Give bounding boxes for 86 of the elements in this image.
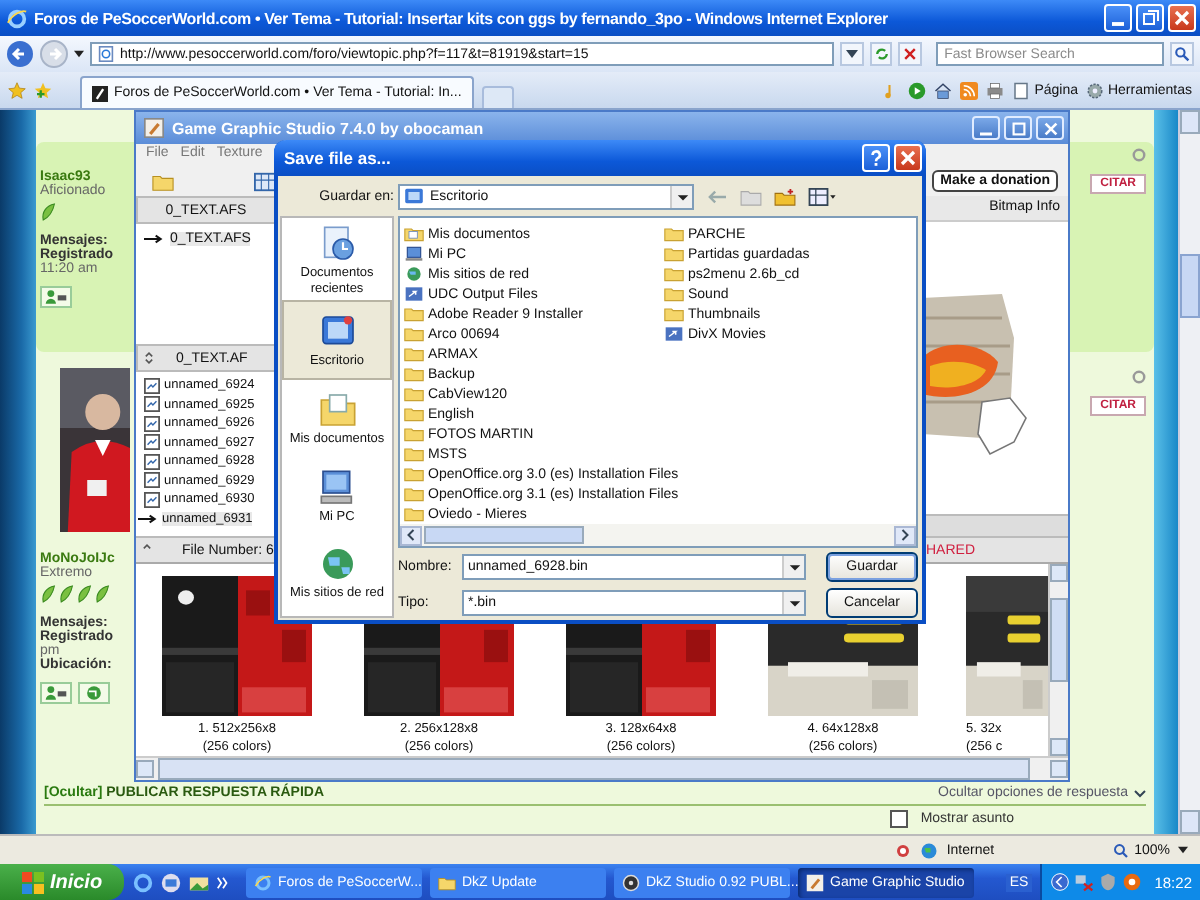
pencil-icon	[144, 118, 164, 138]
tray-app-icon[interactable]	[1122, 872, 1143, 892]
folder-icon	[438, 873, 456, 891]
website-button[interactable]	[78, 681, 110, 704]
globe-icon	[317, 544, 357, 585]
home-icon[interactable]	[934, 81, 953, 99]
checkbox[interactable]	[890, 810, 909, 828]
scrollbar[interactable]	[136, 756, 1068, 780]
network-icon[interactable]	[1074, 872, 1095, 892]
back-button[interactable]	[6, 40, 34, 68]
globe-icon	[920, 841, 939, 859]
minimize-icon	[980, 131, 992, 135]
forward-icon	[40, 40, 68, 68]
close-icon	[1172, 8, 1192, 28]
window-title: Game Graphic Studio 7.4.0 by obocaman	[172, 119, 484, 137]
close-button[interactable]	[1036, 116, 1064, 140]
profile-button[interactable]	[40, 286, 72, 308]
rss-icon[interactable]	[960, 81, 979, 99]
gear-icon	[1085, 81, 1104, 99]
windows-flag-icon	[21, 871, 44, 893]
play-icon[interactable]	[908, 81, 927, 99]
refresh-icon	[873, 46, 890, 62]
globe-icon	[404, 266, 424, 282]
disc-icon	[622, 873, 640, 891]
open-folder-icon[interactable]	[152, 171, 174, 191]
dialog-title: Save file as...	[284, 148, 391, 168]
help-button[interactable]	[862, 144, 890, 172]
circle-icon[interactable]	[1132, 369, 1146, 384]
maximize-icon	[1009, 119, 1027, 137]
printer-icon[interactable]	[986, 81, 1005, 99]
caret-icon[interactable]	[1134, 789, 1146, 797]
restore-icon	[1140, 8, 1160, 28]
leaf-icon	[40, 202, 56, 222]
profile-button[interactable]	[40, 681, 72, 704]
shortcut-icon	[404, 286, 424, 302]
page-icon	[98, 46, 114, 62]
scrollbar[interactable]	[1178, 110, 1200, 834]
close-icon	[1041, 119, 1059, 137]
folder-icon	[317, 390, 357, 431]
window-title: Foros de PeSoccerWorld.com • Ver Tema - Tutorial: Insertar kits con ggs by fernando_3po - Windows Internet Explorer	[34, 9, 888, 27]
view-menu-icon[interactable]	[808, 187, 838, 205]
site-icon	[92, 85, 108, 101]
folder-icon	[404, 226, 424, 242]
desktop-icon	[404, 188, 424, 204]
caret-icon[interactable]	[1178, 846, 1188, 854]
user-icon	[44, 683, 68, 702]
arrow-icon	[138, 513, 158, 524]
user-icon	[44, 288, 68, 306]
arrow-icon	[144, 234, 164, 245]
close-icon	[898, 148, 918, 168]
stop-button[interactable]	[898, 42, 923, 66]
pencil-icon	[806, 873, 824, 891]
search-icon	[1174, 46, 1191, 62]
caret-icon	[843, 46, 860, 62]
privacy-icon	[894, 841, 913, 859]
minimize-icon	[1112, 21, 1124, 25]
search-button[interactable]	[1170, 42, 1194, 66]
page-icon	[1012, 81, 1031, 99]
computer-icon	[317, 467, 357, 508]
star-icon[interactable]	[8, 81, 26, 99]
email-icon[interactable]	[160, 871, 182, 893]
minimize-button[interactable]	[972, 116, 1000, 140]
circle-icon[interactable]	[1132, 148, 1146, 162]
add-favorite-icon[interactable]	[34, 81, 52, 99]
maximize-button[interactable]	[1004, 116, 1032, 140]
browser-icon	[254, 873, 272, 891]
browser-logo-icon	[6, 7, 28, 29]
dropdown-button[interactable]	[840, 42, 864, 66]
magnifier-icon	[1112, 841, 1131, 859]
globe-icon	[82, 683, 106, 702]
back-icon	[6, 40, 34, 68]
sort-icon[interactable]	[144, 350, 154, 366]
caret-icon	[675, 189, 689, 203]
new-folder-icon[interactable]	[774, 187, 796, 205]
scrollbar[interactable]	[400, 524, 916, 546]
question-mark-icon	[866, 148, 886, 168]
scrollbar[interactable]	[1048, 564, 1068, 756]
restore-button[interactable]	[1136, 4, 1164, 32]
stop-icon	[902, 46, 919, 62]
browser-icon[interactable]	[132, 871, 154, 893]
start-button[interactable]: Inicio	[0, 864, 124, 900]
chevron-icon[interactable]	[216, 875, 230, 889]
shortcut-icon	[664, 326, 684, 342]
grid-icon[interactable]	[254, 171, 276, 191]
computer-icon	[404, 246, 424, 262]
caret-icon[interactable]	[74, 50, 84, 58]
